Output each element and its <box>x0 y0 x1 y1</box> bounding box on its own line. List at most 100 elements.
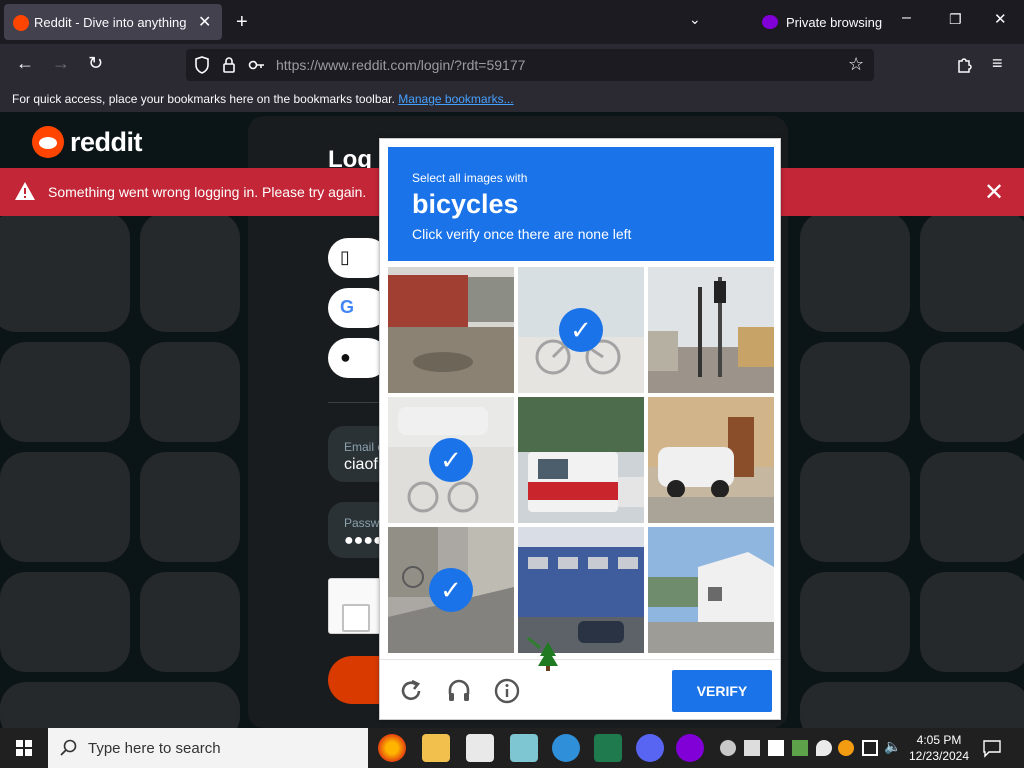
url-text: https://www.reddit.com/login/?rdt=59177 <box>276 57 526 73</box>
notifications-icon[interactable] <box>982 738 1002 758</box>
shield-icon[interactable] <box>194 56 210 74</box>
list-tabs-chevron-down-icon[interactable]: ⌄ <box>689 12 701 26</box>
background-pattern <box>0 452 130 562</box>
background-pattern <box>920 572 1024 672</box>
email-value: ciaof <box>344 456 378 473</box>
captcha-footer: VERIFY <box>380 659 780 719</box>
captcha-tile[interactable]: ✓ <box>388 397 514 523</box>
key-icon[interactable] <box>248 58 266 72</box>
private-browsing-label: Private browsing <box>786 14 883 30</box>
browser-tab-bar: Reddit - Dive into anything ✕ + ⌄ Privat… <box>0 0 1024 44</box>
reload-challenge-icon[interactable] <box>398 678 424 704</box>
back-arrow-icon[interactable]: ← <box>16 54 34 72</box>
discord-taskbar-icon[interactable] <box>636 734 664 762</box>
minimize-icon[interactable]: – <box>902 10 911 26</box>
captcha-image-grid: ✓ ✓ ✓ <box>388 267 774 653</box>
app-taskbar-icon[interactable] <box>594 734 622 762</box>
captcha-tile[interactable] <box>648 397 774 523</box>
volume-icon[interactable]: 🔈 <box>884 738 901 755</box>
tab-title: Reddit - Dive into anything <box>34 15 187 30</box>
background-pattern <box>0 212 130 332</box>
captcha-tile[interactable] <box>518 527 644 653</box>
captcha-target: bicycles <box>412 189 519 219</box>
captcha-hint: Click verify once there are none left <box>412 226 632 242</box>
tray-icon[interactable] <box>838 740 854 756</box>
selected-check-icon: ✓ <box>429 568 473 612</box>
background-pattern <box>0 342 130 442</box>
apple-icon: ● <box>340 347 351 367</box>
background-pattern <box>800 212 910 332</box>
manage-bookmarks-link[interactable]: Manage bookmarks... <box>398 92 513 106</box>
background-pattern <box>920 212 1024 332</box>
reddit-favicon-icon <box>13 15 29 31</box>
firefox-private-taskbar-icon[interactable] <box>676 734 704 762</box>
windows-start-icon[interactable] <box>0 728 48 768</box>
background-pattern <box>140 452 240 562</box>
captcha-tile[interactable] <box>648 527 774 653</box>
reload-icon[interactable]: ↻ <box>88 54 103 72</box>
captcha-tile[interactable] <box>388 267 514 393</box>
verify-button[interactable]: VERIFY <box>672 670 772 712</box>
app-taskbar-icon[interactable] <box>466 734 494 762</box>
search-placeholder: Type here to search <box>88 740 221 757</box>
address-bar[interactable]: https://www.reddit.com/login/?rdt=59177 … <box>186 49 874 81</box>
background-pattern <box>140 572 240 672</box>
app-taskbar-icon[interactable] <box>552 734 580 762</box>
discord-tray-icon[interactable] <box>720 740 736 756</box>
background-pattern <box>0 572 130 672</box>
private-mask-icon <box>762 15 778 29</box>
tray-icon[interactable] <box>816 740 832 756</box>
email-label: Email o <box>344 440 385 454</box>
tray-icon[interactable] <box>744 740 760 756</box>
search-icon <box>60 739 77 756</box>
tray-icon[interactable] <box>768 740 784 756</box>
dismiss-error-icon[interactable]: ✕ <box>984 178 1004 207</box>
background-pattern <box>800 342 910 442</box>
tray-icon[interactable] <box>792 740 808 756</box>
background-pattern <box>140 212 240 332</box>
captcha-instruction: Select all images with <box>412 171 528 185</box>
bookmark-star-icon[interactable]: ☆ <box>848 55 864 73</box>
selected-check-icon: ✓ <box>429 438 473 482</box>
info-icon[interactable] <box>494 678 520 704</box>
network-icon[interactable] <box>862 740 878 756</box>
taskbar-search-box[interactable]: Type here to search <box>48 728 368 768</box>
password-value: ●●●● <box>344 532 383 549</box>
new-tab-icon[interactable]: + <box>236 12 248 32</box>
file-explorer-icon[interactable] <box>422 734 450 762</box>
captcha-tile[interactable]: ✓ <box>388 527 514 653</box>
background-pattern <box>920 452 1024 562</box>
captcha-tile[interactable] <box>648 267 774 393</box>
reddit-logo[interactable]: reddit <box>32 124 143 160</box>
browser-nav-bar: ← → ↻ https://www.reddit.com/login/?rdt=… <box>0 44 1024 86</box>
browser-tab[interactable]: Reddit - Dive into anything ✕ <box>4 4 222 40</box>
background-pattern <box>140 342 240 442</box>
tab-close-icon[interactable]: ✕ <box>198 12 211 32</box>
menu-hamburger-icon[interactable]: ≡ <box>992 54 1003 72</box>
captcha-tile[interactable] <box>518 397 644 523</box>
selected-check-icon: ✓ <box>559 308 603 352</box>
snoo-icon <box>32 126 64 158</box>
window-close-icon[interactable]: ✕ <box>994 12 1007 27</box>
app-taskbar-icon[interactable] <box>510 734 538 762</box>
taskbar-clock[interactable]: 4:05 PM 12/23/2024 <box>904 732 974 764</box>
google-icon: G <box>340 297 355 317</box>
lock-icon[interactable] <box>222 56 236 74</box>
bookmarks-toolbar: For quick access, place your bookmarks h… <box>0 86 1024 112</box>
clock-time: 4:05 PM <box>916 733 962 747</box>
reddit-wordmark: reddit <box>70 126 143 157</box>
bookmarks-hint: For quick access, place your bookmarks h… <box>12 92 395 106</box>
recaptcha-checkbox[interactable] <box>342 604 370 632</box>
firefox-taskbar-icon[interactable] <box>378 734 406 762</box>
captcha-tile[interactable]: ✓ <box>518 267 644 393</box>
clock-date: 12/23/2024 <box>908 749 970 763</box>
tree-cursor-icon <box>527 636 558 671</box>
forward-arrow-icon[interactable]: → <box>52 54 70 72</box>
private-browsing-indicator: Private browsing <box>762 12 882 32</box>
background-pattern <box>800 452 910 562</box>
extensions-icon[interactable] <box>956 56 972 74</box>
phone-icon: ▯ <box>340 247 350 267</box>
restore-icon[interactable]: ❐ <box>949 12 962 26</box>
audio-challenge-icon[interactable] <box>446 678 472 704</box>
captcha-header: Select all images with bicycles Click ve… <box>388 147 774 261</box>
